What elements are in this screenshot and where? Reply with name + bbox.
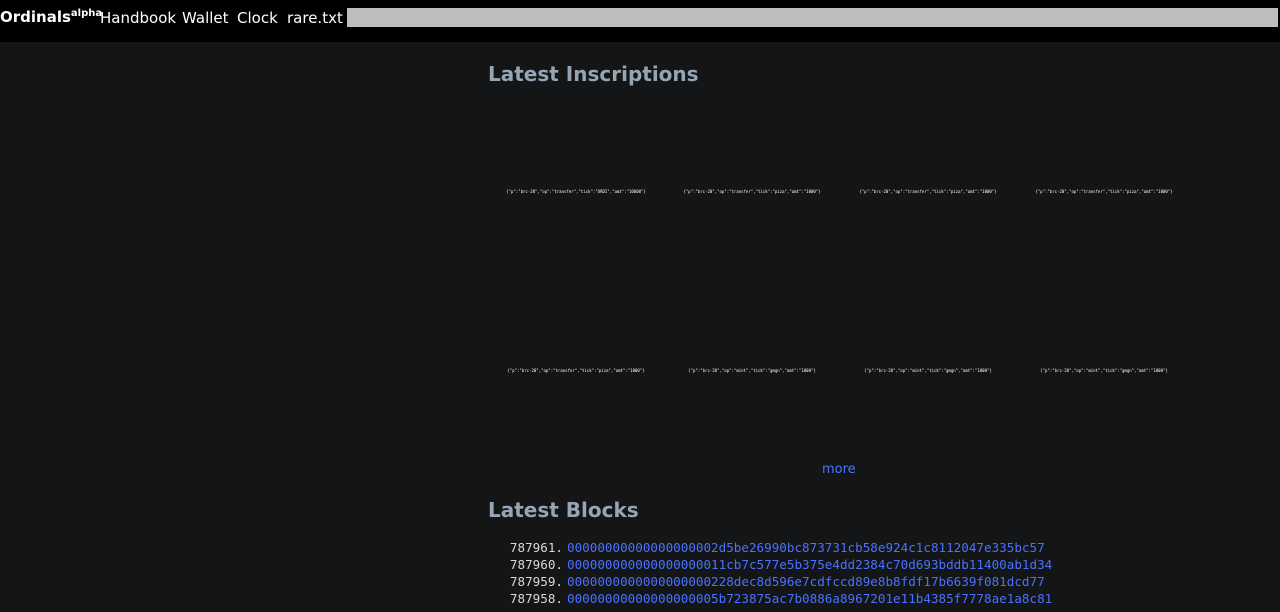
inscription-thumbnail[interactable]: {"p":"brc-20","op":"mint","tick":"gmgn",… — [840, 365, 1016, 377]
block-hash-link[interactable]: 000000000000000000011cb7c577e5b375e4dd23… — [567, 557, 1052, 572]
block-height: 787960. — [509, 557, 563, 572]
inscription-thumbnail[interactable]: {"p":"brc-20","op":"transfer","tick":"pi… — [1016, 186, 1192, 198]
brand-name: Ordinals — [0, 8, 71, 26]
block-height: 787958. — [509, 591, 563, 606]
block-height: 787959. — [509, 574, 563, 589]
inscription-thumbnail[interactable]: {"p":"brc-20","op":"transfer","tick":"pi… — [488, 365, 664, 377]
inscription-thumbnail[interactable]: {"p":"brc-20","op":"transfer","tick":"pi… — [664, 186, 840, 198]
main-content: Latest Inscriptions {"p":"brc-20","op":"… — [488, 42, 1280, 612]
inscription-thumbnail[interactable]: {"p":"brc-20","op":"mint","tick":"gmgn",… — [664, 365, 840, 377]
block-row: 787960. 000000000000000000011cb7c577e5b37… — [488, 556, 1188, 573]
nav-link-clock[interactable]: Clock — [237, 9, 278, 27]
block-row: 787958. 00000000000000000005b723875ac7b08… — [488, 590, 1188, 607]
nav-link-rare-txt[interactable]: rare.txt — [287, 9, 343, 27]
block-hash-link[interactable]: 00000000000000000002d5be26990bc873731cb5… — [567, 540, 1045, 555]
inscription-thumbnail[interactable]: {"p":"brc-20","op":"mint","tick":"gmgn",… — [1016, 365, 1192, 377]
inscription-thumbnail[interactable]: {"p":"brc-20","op":"transfer","tick":"pi… — [840, 186, 1016, 198]
brand-sup: alpha — [70, 8, 103, 19]
block-row: 787961. 00000000000000000002d5be26990bc87… — [488, 539, 1188, 556]
latest-inscriptions-heading: Latest Inscriptions — [488, 62, 699, 86]
block-hash-link[interactable]: 00000000000000000005b723875ac7b0886a8967… — [567, 591, 1052, 606]
block-row: 787959. 0000000000000000000228dec8d596e7c… — [488, 573, 1188, 590]
more-inscriptions-link[interactable]: more — [822, 462, 856, 477]
brand-link[interactable]: Ordinalsalpha — [0, 8, 102, 26]
inscription-thumbnail[interactable]: {"p":"brc-20","op":"transfer","tick":"OR… — [488, 186, 664, 198]
navbar: Ordinalsalpha Handbook Wallet Clock rare… — [0, 0, 1280, 42]
nav-link-wallet[interactable]: Wallet — [182, 9, 229, 27]
latest-blocks-heading: Latest Blocks — [488, 498, 639, 522]
block-height: 787961. — [509, 540, 563, 555]
search-input[interactable] — [347, 8, 1278, 27]
block-hash-link[interactable]: 0000000000000000000228dec8d596e7cdfccd89… — [567, 574, 1045, 589]
nav-link-handbook[interactable]: Handbook — [100, 9, 176, 27]
